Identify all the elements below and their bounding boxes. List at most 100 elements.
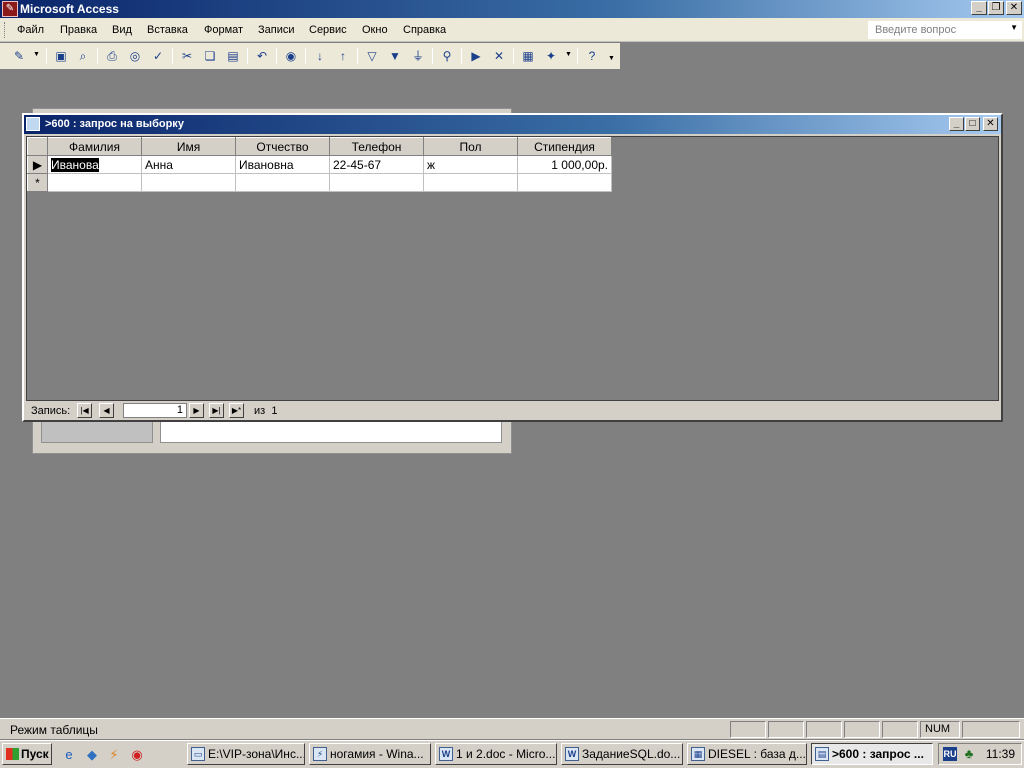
task-explorer[interactable]: ▭ E:\VIP-зона\Инс... (187, 743, 305, 765)
first-record-icon[interactable]: |◀ (77, 403, 92, 418)
new-object-dropdown-icon[interactable]: ▼ (565, 51, 572, 58)
new-cell-name[interactable] (141, 173, 236, 192)
hyperlink-icon[interactable]: ◉ (282, 47, 300, 65)
column-header-name[interactable]: Имя (141, 137, 236, 156)
cut-icon[interactable]: ✂ (178, 47, 196, 65)
cell-sex[interactable]: ж (423, 155, 518, 174)
new-cell-stipend[interactable] (517, 173, 612, 192)
task-winamp[interactable]: ⚡ ногамия - Wina... (309, 743, 431, 765)
undo-icon[interactable]: ↶ (253, 47, 271, 65)
opera-icon[interactable]: ◉ (129, 747, 145, 763)
datasheet[interactable]: Фамилия Имя Отчество Телефон Пол Стипенд… (26, 136, 999, 401)
help-icon[interactable]: ? (583, 47, 601, 65)
print-preview-icon[interactable]: ◎ (126, 47, 144, 65)
query-close-button[interactable]: ✕ (983, 117, 998, 131)
access-app-icon[interactable]: ✎ (2, 1, 18, 17)
task-access-db[interactable]: ▦ DIESEL : база д... (687, 743, 807, 765)
header-row: Фамилия Имя Отчество Телефон Пол Стипенд… (27, 137, 612, 156)
media-player-icon[interactable]: ◆ (84, 747, 100, 763)
network-tray-icon[interactable]: ♣ (961, 746, 977, 762)
cell-surname[interactable]: Иванова (47, 155, 142, 174)
app-title: Microsoft Access (20, 2, 119, 16)
task-word-doc-1[interactable]: W 1 и 2.doc - Micro... (435, 743, 557, 765)
record-navigation-bar: Запись: |◀ ◀ 1 ▶ ▶| ▶* из 1 (26, 402, 999, 420)
sort-descending-icon[interactable]: ↑ (334, 47, 352, 65)
apply-filter-icon[interactable]: ⏚ (409, 47, 427, 65)
column-header-phone[interactable]: Телефон (329, 137, 424, 156)
query-icon: ▤ (815, 747, 829, 761)
filter-by-form-icon[interactable]: ▼ (386, 47, 404, 65)
task-label: ЗаданиеSQL.do... (582, 747, 681, 761)
spelling-icon[interactable]: ✓ (149, 47, 167, 65)
new-object-icon[interactable]: ✦ (542, 47, 560, 65)
new-cell-phone[interactable] (329, 173, 424, 192)
status-panel (882, 721, 918, 738)
view-dropdown-icon[interactable]: ▼ (33, 51, 40, 58)
new-cell-sex[interactable] (423, 173, 518, 192)
toolbar-options-icon[interactable]: ▼ (608, 55, 615, 62)
new-record-selector-icon[interactable]: * (27, 173, 48, 192)
language-indicator[interactable]: RU (943, 747, 957, 761)
task-query-active[interactable]: ▤ >600 : запрос ... (811, 743, 933, 765)
last-record-icon[interactable]: ▶| (209, 403, 224, 418)
task-label: DIESEL : база д... (708, 747, 806, 761)
copy-icon[interactable]: ❏ (201, 47, 219, 65)
menu-file[interactable]: Файл (17, 24, 44, 36)
winamp-quicklaunch-icon[interactable]: ⚡ (106, 747, 122, 763)
column-header-stipend[interactable]: Стипендия (517, 137, 612, 156)
new-cell-surname[interactable] (47, 173, 142, 192)
sort-ascending-icon[interactable]: ↓ (311, 47, 329, 65)
cell-patronymic[interactable]: Ивановна (235, 155, 330, 174)
menu-edit[interactable]: Правка (60, 24, 97, 36)
menu-view[interactable]: Вид (112, 24, 132, 36)
column-header-sex[interactable]: Пол (423, 137, 518, 156)
chevron-down-icon[interactable]: ▼ (1010, 23, 1018, 32)
task-word-doc-2[interactable]: W ЗаданиеSQL.do... (561, 743, 683, 765)
query-window-titlebar[interactable]: >600 : запрос на выборку _ □ ✕ (24, 115, 1001, 134)
new-record-icon[interactable]: ▶ (467, 47, 485, 65)
menu-records[interactable]: Записи (258, 24, 295, 36)
find-icon[interactable]: ⚲ (438, 47, 456, 65)
cell-stipend[interactable]: 1 000,00р. (517, 155, 612, 174)
query-minimize-button[interactable]: _ (949, 117, 964, 131)
internet-explorer-icon[interactable]: e (61, 747, 77, 763)
background-form-field[interactable] (160, 421, 502, 443)
delete-record-icon[interactable]: ✕ (490, 47, 508, 65)
menu-help[interactable]: Справка (403, 24, 446, 36)
menu-window[interactable]: Окно (362, 24, 388, 36)
clock[interactable]: 11:39 (986, 747, 1015, 761)
print-icon[interactable]: ⎙ (103, 47, 121, 65)
menu-grip[interactable] (4, 22, 7, 38)
new-cell-patronymic[interactable] (235, 173, 330, 192)
menu-insert[interactable]: Вставка (147, 24, 188, 36)
record-number-input[interactable]: 1 (123, 403, 187, 418)
new-record-nav-icon[interactable]: ▶* (229, 403, 244, 418)
ask-question-box[interactable]: Введите вопрос ▼ (868, 21, 1022, 39)
new-record-row: * (27, 173, 612, 192)
next-record-icon[interactable]: ▶ (189, 403, 204, 418)
column-header-patronymic[interactable]: Отчество (235, 137, 330, 156)
task-label: >600 : запрос ... (832, 747, 924, 761)
windows-logo-icon (6, 748, 19, 760)
menu-tools[interactable]: Сервис (309, 24, 347, 36)
previous-record-icon[interactable]: ◀ (99, 403, 114, 418)
column-header-surname[interactable]: Фамилия (47, 137, 142, 156)
select-all-corner[interactable] (27, 137, 48, 156)
restore-button[interactable]: ❐ (988, 1, 1004, 15)
query-maximize-button[interactable]: □ (965, 117, 980, 131)
query-icon[interactable] (26, 117, 40, 131)
minimize-button[interactable]: _ (971, 1, 987, 15)
save-icon[interactable]: ▣ (52, 47, 70, 65)
toolbar-separator (577, 48, 578, 64)
menu-format[interactable]: Формат (204, 24, 243, 36)
cell-name[interactable]: Анна (141, 155, 236, 174)
cell-phone[interactable]: 22-45-67 (329, 155, 424, 174)
database-window-icon[interactable]: ▦ (519, 47, 537, 65)
close-button[interactable]: ✕ (1006, 1, 1022, 15)
current-record-selector-icon[interactable]: ▶ (27, 155, 48, 174)
start-button[interactable]: Пуск (2, 743, 52, 765)
view-icon[interactable]: ✎ (10, 47, 28, 65)
paste-icon[interactable]: ▤ (224, 47, 242, 65)
search-file-icon[interactable]: ⌕ (74, 47, 92, 65)
filter-by-selection-icon[interactable]: ▽ (363, 47, 381, 65)
